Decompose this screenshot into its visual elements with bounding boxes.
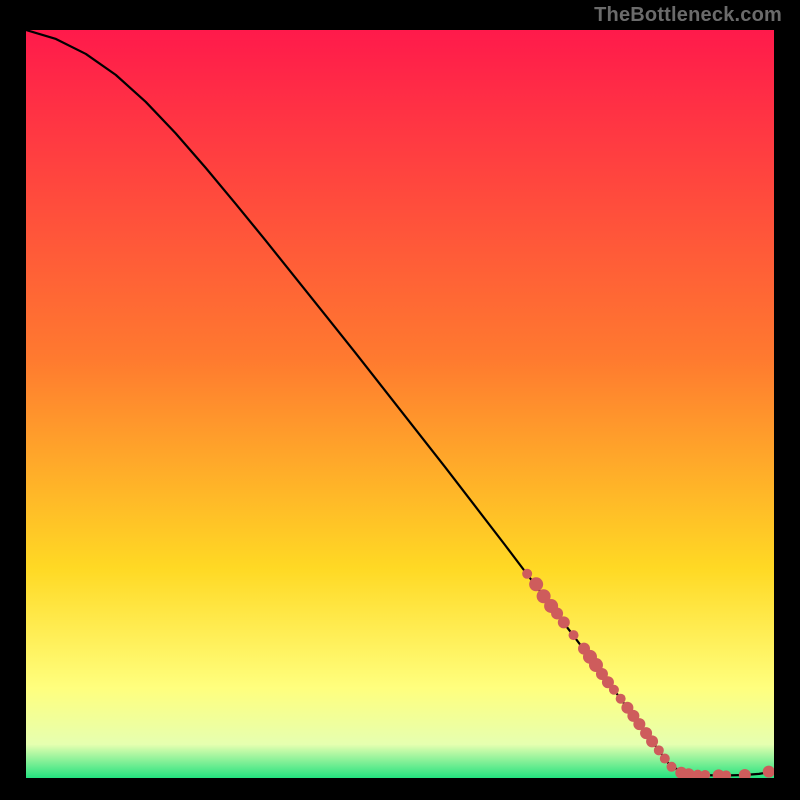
plot-area	[26, 30, 774, 778]
data-point	[660, 754, 670, 764]
data-point	[739, 769, 751, 778]
data-point	[654, 745, 664, 755]
plot-svg	[26, 30, 774, 778]
data-point	[569, 630, 579, 640]
chart-stage: TheBottleneck.com	[0, 0, 800, 800]
data-point	[558, 616, 570, 628]
data-point	[700, 770, 710, 778]
bottleneck-curve	[26, 30, 774, 775]
data-point	[609, 685, 619, 695]
data-point	[529, 577, 543, 591]
data-point	[646, 735, 658, 747]
data-point	[522, 569, 532, 579]
data-point	[616, 694, 626, 704]
data-point	[763, 766, 774, 778]
data-point	[667, 762, 677, 772]
watermark-text: TheBottleneck.com	[594, 4, 782, 27]
